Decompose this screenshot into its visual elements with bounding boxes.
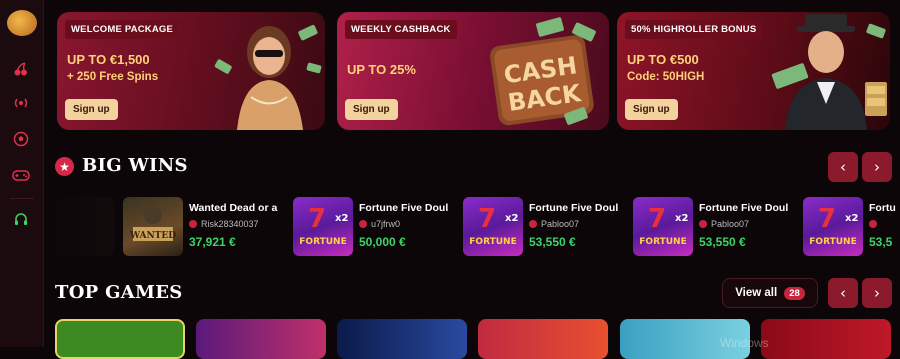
win-amount: 53,5 <box>869 235 893 249</box>
signup-button[interactable]: Sign up <box>345 99 398 120</box>
woman-illustration <box>214 24 322 130</box>
top-games-prev-button[interactable]: ‹ <box>828 278 858 308</box>
thumb-label: FORTUNE <box>639 237 686 247</box>
win-game-name: Fortune Five Doul <box>699 202 789 214</box>
highroller-bonus-banner[interactable]: 50% HIGHROLLER BONUS UP TO €500 Code: 50… <box>617 12 890 130</box>
signup-button[interactable]: Sign up <box>625 99 678 120</box>
banner-headline: UP TO €1,500 <box>67 52 150 67</box>
big-wins-next-button[interactable]: › <box>862 152 892 182</box>
game-thumbnail: 7 x2 FORTUNE <box>463 197 523 256</box>
win-game-name: Fortu <box>869 202 896 214</box>
thumb-label: WANTED <box>129 231 176 241</box>
svg-text:7: 7 <box>818 204 836 234</box>
win-username: u7jfrw0 <box>371 219 401 229</box>
big-wins-prev-button[interactable]: ‹ <box>828 152 858 182</box>
thumb-label: FORTUNE <box>809 237 856 247</box>
top-games-next-button[interactable]: › <box>862 278 892 308</box>
svg-text:x2: x2 <box>505 213 518 224</box>
view-all-label: View all <box>735 287 778 299</box>
win-amount: 37,921 € <box>189 235 236 249</box>
gamepad-icon[interactable] <box>10 164 32 186</box>
game-tile[interactable] <box>761 319 891 359</box>
win-user: Pabloo07 <box>699 219 749 229</box>
soccer-ball-icon[interactable] <box>10 128 32 150</box>
win-amount: 50,000 € <box>359 235 406 249</box>
svg-text:x2: x2 <box>335 213 348 224</box>
banner-tag: WELCOME PACKAGE <box>65 20 180 39</box>
win-user: u7jfrw0 <box>359 219 400 229</box>
win-amount: 53,550 € <box>529 235 576 249</box>
live-icon[interactable] <box>10 92 32 114</box>
cash-back-illustration: CASH BACK <box>490 17 596 126</box>
logo-icon[interactable] <box>7 10 37 36</box>
big-wins-title: BIG WINS <box>82 155 188 176</box>
win-amount: 53,550 € <box>699 235 746 249</box>
weekly-cashback-banner[interactable]: CASH BACK WEEKLY CASHBACK UP TO 25% Sign… <box>337 12 609 130</box>
svg-text:7: 7 <box>648 204 666 234</box>
banner-subline: Code: 50HIGH <box>627 71 705 83</box>
svg-text:x2: x2 <box>845 213 858 224</box>
game-thumbnail: 7 x2 FORTUNE <box>803 197 863 256</box>
user-icon <box>699 220 707 228</box>
user-icon <box>189 220 197 228</box>
win-user: Pabloo07 <box>529 219 579 229</box>
win-card[interactable]: 7 x2 FORTUNE Fortune Five Doul Pabloo07 53… <box>463 197 623 256</box>
sidebar <box>0 0 44 347</box>
win-game-name: Fortune Five Doul <box>359 202 449 214</box>
sidebar-divider <box>10 198 34 199</box>
game-tile[interactable] <box>196 319 326 359</box>
win-user <box>869 219 881 229</box>
headset-icon[interactable] <box>10 209 32 231</box>
star-icon: ★ <box>55 157 74 176</box>
user-icon <box>529 220 537 228</box>
banner-tag: WEEKLY CASHBACK <box>345 20 457 39</box>
game-thumbnail: WANTED <box>123 197 183 256</box>
top-games-title: TOP GAMES <box>55 282 183 303</box>
view-all-count: 28 <box>784 286 805 300</box>
cherry-icon[interactable] <box>10 58 32 80</box>
user-icon <box>359 220 367 228</box>
svg-text:7: 7 <box>308 204 326 234</box>
win-username: Pabloo07 <box>711 219 750 229</box>
man-illustration <box>771 14 887 130</box>
win-card[interactable]: 7 x2 FORTUNE Fortune Five Doul Pabloo07 53… <box>633 197 793 256</box>
win-game-name: Fortune Five Doul <box>529 202 619 214</box>
win-username: Pabloo07 <box>541 219 580 229</box>
game-tile[interactable] <box>478 319 608 359</box>
game-thumbnail: 7 x2 FORTUNE <box>293 197 353 256</box>
thumb-label: FORTUNE <box>469 237 516 247</box>
banner-headline: UP TO €500 <box>627 52 699 67</box>
win-user: Risk28340037 <box>189 219 259 229</box>
banner-headline: UP TO 25% <box>347 62 416 77</box>
carousel-fade <box>44 192 114 262</box>
signup-button[interactable]: Sign up <box>65 99 118 120</box>
win-game-name: Wanted Dead or a <box>189 202 278 214</box>
win-card[interactable]: WANTED Wanted Dead or a Risk28340037 37,… <box>123 197 283 256</box>
svg-text:7: 7 <box>478 204 496 234</box>
welcome-package-banner[interactable]: WELCOME PACKAGE UP TO €1,500 + 250 Free … <box>57 12 325 130</box>
win-card[interactable]: 7 x2 FORTUNE Fortu 53,5 <box>803 197 900 256</box>
view-all-button[interactable]: View all 28 <box>722 278 818 308</box>
win-card[interactable]: 7 x2 FORTUNE Fortune Five Doul u7jfrw0 50,… <box>293 197 453 256</box>
windows-watermark: Windows <box>720 336 769 350</box>
banner-tag: 50% HIGHROLLER BONUS <box>625 20 763 39</box>
win-username: Risk28340037 <box>201 219 259 229</box>
game-tile[interactable] <box>55 319 185 359</box>
game-tile[interactable] <box>337 319 467 359</box>
svg-text:x2: x2 <box>675 213 688 224</box>
user-icon <box>869 220 877 228</box>
banner-subline: + 250 Free Spins <box>67 71 159 83</box>
thumb-label: FORTUNE <box>299 237 346 247</box>
game-thumbnail: 7 x2 FORTUNE <box>633 197 693 256</box>
